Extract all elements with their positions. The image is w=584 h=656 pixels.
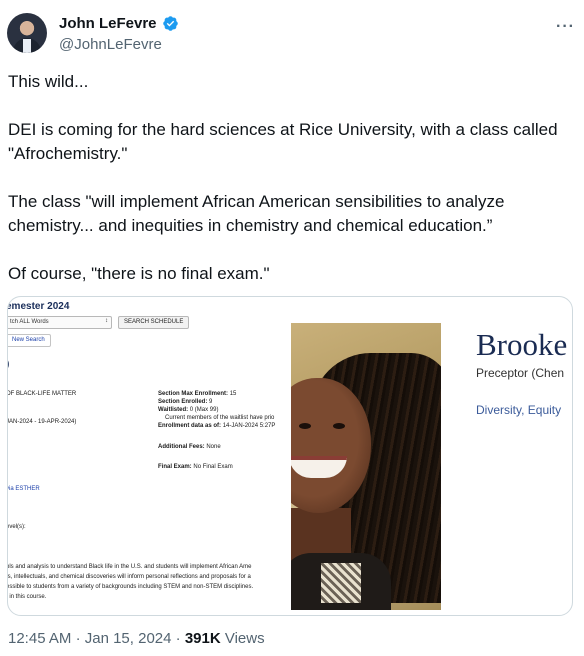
meta-separator: · xyxy=(175,630,181,647)
avatar-shirt xyxy=(23,39,31,53)
select-value: tch ALL Words xyxy=(10,319,49,325)
levels-label: evel(s): xyxy=(7,524,26,530)
author-name[interactable]: John LeFevre xyxy=(59,15,157,32)
course-dates: JAN-2024 - 19-APR-2024) xyxy=(7,419,77,425)
section-enrolled: Section Enrolled: 9 xyxy=(158,398,212,406)
max-enrollment: Section Max Enrollment: 15 xyxy=(158,390,236,398)
photo-necklace xyxy=(321,563,361,603)
match-select: tch ALL Words ↕ xyxy=(8,316,112,329)
views-label: Views xyxy=(224,630,265,647)
enrollment-data-label: Enrollment data as of: xyxy=(158,423,222,429)
enrollment-data-value: 14-JAN-2024 5:27P xyxy=(222,423,276,429)
section-marker: ) xyxy=(8,359,9,370)
semester-title: emester 2024 xyxy=(7,301,70,312)
waitlisted-label: Waitlisted: xyxy=(158,407,189,413)
tweet-time[interactable]: 12:45 AM xyxy=(8,630,71,647)
tweet-paragraph: This wild... xyxy=(8,72,89,91)
portrait-photo xyxy=(291,323,441,610)
description-line: t in this course. xyxy=(7,594,47,600)
course-schedule-screenshot: emester 2024 tch ALL Words ↕ SEARCH SCHE… xyxy=(8,297,300,615)
final-exam-label: Final Exam: xyxy=(158,464,192,470)
description-line: ts, intellectuals, and chemical discover… xyxy=(7,574,251,580)
tweet-meta: 12:45 AM · Jan 15, 2024 · 391K Views xyxy=(8,630,265,647)
max-enrollment-value: 15 xyxy=(229,391,237,397)
author-name-row[interactable]: John LeFevre xyxy=(59,15,179,32)
new-search-button: New Search xyxy=(8,334,51,347)
final-exam-value: No Final Exam xyxy=(193,464,233,470)
meta-separator: · xyxy=(75,630,81,647)
section-enrolled-value: 9 xyxy=(209,399,213,405)
additional-fees: Additional Fees: None xyxy=(158,443,221,451)
search-schedule-button: SEARCH SCHEDULE xyxy=(118,316,190,329)
verified-badge-icon xyxy=(162,16,178,31)
waitlist-note: Current members of the waitlist have pri… xyxy=(165,415,275,421)
profile-department: Diversity, Equity xyxy=(476,403,562,417)
fees-label: Additional Fees: xyxy=(158,444,205,450)
more-options-icon[interactable]: ··· xyxy=(556,18,575,36)
max-enrollment-label: Section Max Enrollment: xyxy=(158,391,229,397)
description-line: ols and analysis to understand Black lif… xyxy=(7,564,252,570)
tweet-media-image[interactable]: emester 2024 tch ALL Words ↕ SEARCH SCHE… xyxy=(7,296,573,616)
avatar[interactable] xyxy=(7,13,47,53)
views-count[interactable]: 391K xyxy=(185,630,221,647)
tweet-paragraph: DEI is coming for the hard sciences at R… xyxy=(8,120,563,163)
waitlisted-value: 0 (Max 99) xyxy=(189,407,219,413)
course-title: OF BLACK-LIFE MATTER xyxy=(7,391,77,397)
tweet-paragraph: Of course, "there is no final exam." xyxy=(8,264,270,283)
author-handle[interactable]: @JohnLeFevre xyxy=(59,36,162,53)
tweet-header: John LeFevre @JohnLeFevre ··· xyxy=(7,10,577,58)
tweet-text: This wild... DEI is coming for the hard … xyxy=(8,70,574,310)
profile-name: Brooke xyxy=(476,327,568,362)
waitlisted: Waitlisted: 0 (Max 99) xyxy=(158,406,218,414)
via-esther-link: via ESTHER xyxy=(7,486,40,492)
enrollment-data: Enrollment data as of: 14-JAN-2024 5:27P xyxy=(158,422,275,430)
select-arrow-icon: ↕ xyxy=(105,318,108,324)
description-line: essible to students from a variety of ba… xyxy=(7,584,254,590)
tweet-paragraph: The class "will implement African Americ… xyxy=(8,192,510,235)
final-exam: Final Exam: No Final Exam xyxy=(158,463,233,471)
fees-value: None xyxy=(206,444,221,450)
photo-eye xyxy=(333,423,345,429)
section-enrolled-label: Section Enrolled: xyxy=(158,399,208,405)
profile-title: Preceptor (Chen xyxy=(476,366,565,380)
tweet-date[interactable]: Jan 15, 2024 xyxy=(85,630,172,647)
photo-eye xyxy=(299,423,311,429)
